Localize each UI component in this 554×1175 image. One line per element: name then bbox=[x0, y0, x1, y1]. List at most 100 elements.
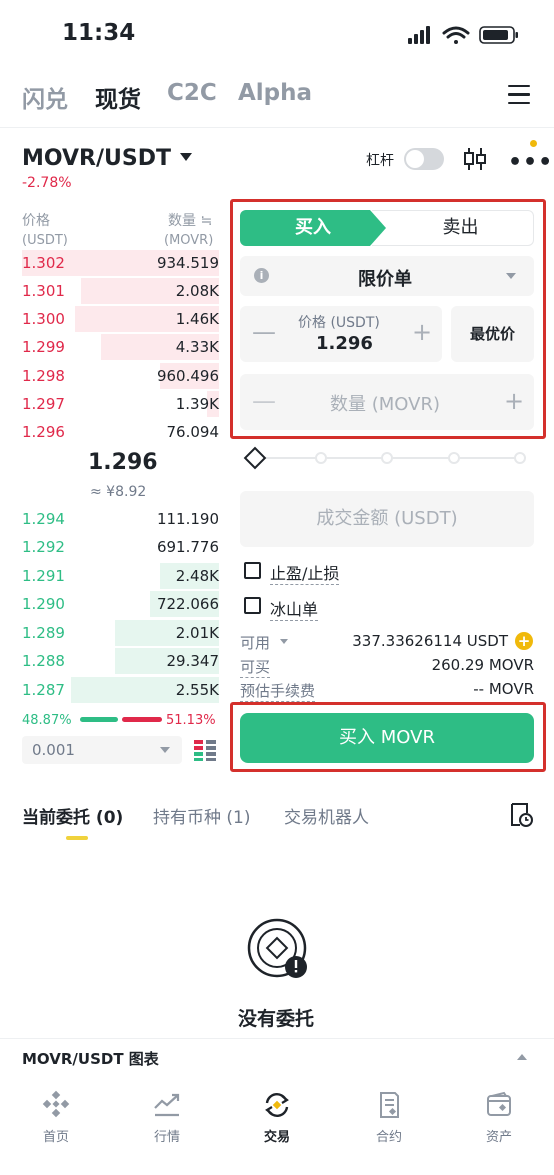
orderbook-qty-unit: (MOVR) bbox=[164, 233, 214, 248]
bid-price: 1.291 bbox=[22, 567, 65, 585]
best-price-button[interactable]: 最优价 bbox=[451, 306, 534, 362]
candlestick-chart-icon[interactable] bbox=[462, 146, 488, 172]
bid-price: 1.290 bbox=[22, 595, 65, 613]
bid-qty: 29.347 bbox=[166, 652, 220, 670]
slider-handle[interactable] bbox=[243, 446, 267, 470]
status-time: 11:34 bbox=[62, 20, 136, 46]
tab-open-orders[interactable]: 当前委托 (0) bbox=[22, 803, 123, 828]
orderbook-price-header: 价格 bbox=[22, 213, 50, 229]
slider-step-50[interactable] bbox=[381, 452, 393, 464]
slider-step-75[interactable] bbox=[448, 452, 460, 464]
sell-tab[interactable]: 卖出 bbox=[372, 210, 534, 246]
nav-futures[interactable]: 合约 bbox=[354, 1090, 424, 1145]
chart-drawer-label[interactable]: MOVR/USDT 图表 bbox=[22, 1048, 159, 1069]
tab-spot[interactable]: 现货 bbox=[95, 80, 141, 114]
chevron-up-icon[interactable] bbox=[517, 1054, 527, 1060]
battery-icon bbox=[479, 26, 518, 44]
bid-row[interactable]: 1.294 111.190 bbox=[22, 506, 219, 532]
pair-dropdown-icon[interactable] bbox=[180, 153, 192, 161]
iceberg-checkbox[interactable] bbox=[244, 597, 261, 614]
order-type-label: 限价单 bbox=[358, 269, 412, 290]
nav-trade[interactable]: 交易 bbox=[242, 1090, 312, 1145]
price-input-label: 价格 (USDT) bbox=[298, 315, 380, 331]
ask-row[interactable]: 1.297 1.39K bbox=[22, 391, 219, 417]
price-plus-button[interactable]: + bbox=[412, 318, 432, 346]
deposit-plus-icon[interactable]: + bbox=[515, 632, 533, 650]
bid-price: 1.287 bbox=[22, 681, 65, 699]
ask-row[interactable]: 1.296 76.094 bbox=[22, 419, 219, 445]
bid-row[interactable]: 1.287 2.55K bbox=[22, 677, 219, 703]
wifi-icon bbox=[442, 26, 470, 44]
bid-row[interactable]: 1.288 29.347 bbox=[22, 648, 219, 674]
iceberg-label[interactable]: 冰山单 bbox=[270, 596, 319, 621]
slider-step-25[interactable] bbox=[315, 452, 327, 464]
nav-home[interactable]: 首页 bbox=[21, 1090, 91, 1145]
available-label[interactable]: 可用 bbox=[240, 632, 270, 653]
bid-row[interactable]: 1.289 2.01K bbox=[22, 620, 219, 646]
ask-row[interactable]: 1.299 4.33K bbox=[22, 334, 219, 360]
orderbook-qty-header[interactable]: 数量 ≒ bbox=[168, 210, 212, 230]
ask-qty: 2.08K bbox=[175, 282, 219, 300]
bid-row[interactable]: 1.292 691.776 bbox=[22, 534, 219, 560]
ask-row[interactable]: 1.302 934.519 bbox=[22, 250, 219, 276]
quantity-minus-button[interactable]: — bbox=[252, 387, 276, 415]
nav-markets[interactable]: 行情 bbox=[132, 1090, 202, 1145]
quantity-plus-button[interactable]: + bbox=[504, 387, 524, 415]
order-history-icon[interactable] bbox=[509, 802, 533, 828]
tab-holdings[interactable]: 持有币种 (1) bbox=[153, 803, 250, 828]
trade-icon bbox=[265, 1093, 289, 1117]
tp-sl-label[interactable]: 止盈/止损 bbox=[270, 560, 340, 585]
bid-row[interactable]: 1.290 722.066 bbox=[22, 591, 219, 617]
slider-step-100[interactable] bbox=[514, 452, 526, 464]
bid-row[interactable]: 1.291 2.48K bbox=[22, 563, 219, 589]
precision-select[interactable]: 0.001 bbox=[22, 736, 182, 764]
sell-ratio-bar bbox=[122, 717, 162, 722]
available-value: 337.33626114 USDT bbox=[352, 632, 508, 650]
tp-sl-checkbox[interactable] bbox=[244, 562, 261, 579]
bid-qty: 2.55K bbox=[175, 681, 219, 699]
info-icon[interactable]: i bbox=[254, 268, 269, 283]
ask-price: 1.298 bbox=[22, 367, 65, 385]
home-icon bbox=[42, 1090, 70, 1118]
last-price[interactable]: 1.296 bbox=[88, 450, 158, 475]
can-buy-label: 可买 bbox=[240, 658, 271, 678]
fee-label: 预估手续费 bbox=[240, 682, 316, 702]
bid-price: 1.292 bbox=[22, 538, 65, 556]
status-icons bbox=[408, 26, 518, 44]
ask-qty: 960.496 bbox=[156, 367, 219, 385]
ask-qty: 76.094 bbox=[166, 423, 220, 441]
last-price-fiat: ≈ ¥8.92 bbox=[90, 484, 147, 500]
precision-value: 0.001 bbox=[32, 741, 75, 759]
pair-name[interactable]: MOVR/USDT bbox=[22, 146, 171, 171]
cellular-signal-icon bbox=[408, 26, 430, 44]
tab-trading-bots[interactable]: 交易机器人 bbox=[284, 803, 369, 828]
pair-change: -2.78% bbox=[22, 175, 72, 191]
more-options-icon[interactable]: ••• bbox=[508, 150, 553, 175]
total-input[interactable]: 成交金额 (USDT) bbox=[240, 491, 534, 547]
market-icon bbox=[154, 1093, 180, 1117]
nav-assets[interactable]: 资产 bbox=[464, 1090, 534, 1145]
bid-price: 1.288 bbox=[22, 652, 65, 670]
leverage-toggle[interactable] bbox=[404, 148, 444, 170]
ask-price: 1.299 bbox=[22, 338, 65, 356]
wallet-icon bbox=[487, 1091, 511, 1116]
hamburger-menu-icon[interactable] bbox=[508, 85, 530, 105]
tab-alpha[interactable]: Alpha bbox=[238, 80, 312, 106]
divider bbox=[0, 127, 554, 128]
ask-price: 1.296 bbox=[22, 423, 65, 441]
tab-convert[interactable]: 闪兑 bbox=[22, 80, 68, 114]
orderbook-layout-icon[interactable] bbox=[193, 738, 217, 762]
price-input-value[interactable]: 1.296 bbox=[316, 333, 373, 354]
ask-row[interactable]: 1.301 2.08K bbox=[22, 278, 219, 304]
bid-qty: 722.066 bbox=[156, 595, 219, 613]
nav-trade-label: 交易 bbox=[263, 1130, 290, 1145]
buy-button[interactable]: 买入 MOVR bbox=[240, 713, 534, 763]
ask-qty: 1.39K bbox=[175, 395, 219, 413]
empty-state-text: 没有委托 bbox=[238, 1008, 315, 1030]
tab-c2c[interactable]: C2C bbox=[167, 80, 217, 106]
ask-row[interactable]: 1.300 1.46K bbox=[22, 306, 219, 332]
price-minus-button[interactable]: — bbox=[252, 318, 276, 346]
buy-ratio-bar bbox=[80, 717, 118, 722]
ask-row[interactable]: 1.298 960.496 bbox=[22, 363, 219, 389]
buy-tab[interactable]: 买入 bbox=[240, 210, 386, 246]
